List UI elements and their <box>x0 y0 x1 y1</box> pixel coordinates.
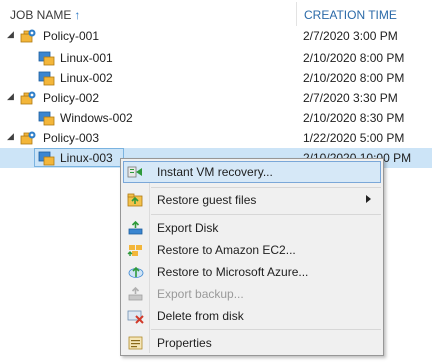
export-backup-icon <box>128 286 143 301</box>
row-time: 2/10/2020 8:00 PM <box>303 71 405 85</box>
menu-item-restore-amazon-ec2[interactable]: Restore to Amazon EC2... <box>123 239 381 261</box>
tree-row-vm[interactable]: Linux-001 2/10/2020 8:00 PM <box>0 48 432 68</box>
vm-backup-icon <box>38 151 55 166</box>
menu-item-restore-microsoft-azure[interactable]: Restore to Microsoft Azure... <box>123 261 381 283</box>
vm-backup-icon <box>38 71 55 86</box>
expanded-chevron-icon[interactable]: ◢ <box>7 131 14 142</box>
delete-disk-icon <box>127 310 144 324</box>
tree-row-vm[interactable]: Linux-002 2/10/2020 8:00 PM <box>0 68 432 88</box>
tree-row-policy[interactable]: ◢ Policy-003 1/22/2020 5:00 PM <box>0 128 432 148</box>
menu-item-label: Delete from disk <box>157 309 244 323</box>
vm-backup-icon <box>38 111 55 126</box>
backup-policy-icon <box>20 131 36 145</box>
row-name: Linux-001 <box>60 51 113 65</box>
vm-backup-icon <box>38 51 55 66</box>
column-creation-time[interactable]: CREATION TIME <box>304 8 397 22</box>
column-creation-time-label: CREATION TIME <box>304 8 397 22</box>
row-time: 2/7/2020 3:00 PM <box>303 29 398 43</box>
row-time: 2/10/2020 8:00 PM <box>303 51 405 65</box>
azure-icon <box>128 266 144 278</box>
menu-item-restore-guest-files[interactable]: Restore guest files <box>123 189 381 211</box>
row-name: Linux-003 <box>60 151 113 165</box>
amazon-ec2-icon <box>127 245 142 256</box>
menu-item-label: Instant VM recovery... <box>157 165 273 179</box>
row-time: 1/22/2020 5:00 PM <box>303 131 405 145</box>
backup-policy-icon <box>20 91 36 105</box>
row-name: Policy-003 <box>43 131 100 145</box>
tree-row-vm[interactable]: Windows-002 2/10/2020 8:30 PM <box>0 108 432 128</box>
menu-item-label: Export backup... <box>157 287 244 301</box>
row-name: Linux-002 <box>60 71 113 85</box>
row-name: Windows-002 <box>60 111 133 125</box>
column-header: JOB NAME ↑ CREATION TIME <box>0 0 432 28</box>
expanded-chevron-icon[interactable]: ◢ <box>7 29 14 40</box>
row-time: 2/10/2020 8:30 PM <box>303 111 405 125</box>
menu-item-instant-vm-recovery[interactable]: Instant VM recovery... <box>123 161 381 183</box>
properties-icon <box>128 336 143 350</box>
export-disk-icon <box>128 220 143 235</box>
submenu-arrow-icon <box>366 195 371 203</box>
guest-files-icon <box>127 193 143 207</box>
menu-item-label: Restore guest files <box>157 193 257 207</box>
instant-recovery-icon <box>127 166 142 178</box>
expanded-chevron-icon[interactable]: ◢ <box>7 91 14 102</box>
menu-item-delete-from-disk[interactable]: Delete from disk <box>123 305 381 327</box>
column-job-name[interactable]: JOB NAME ↑ <box>10 8 80 22</box>
menu-item-label: Properties <box>157 336 212 350</box>
menu-item-label: Export Disk <box>157 221 219 235</box>
column-job-name-label: JOB NAME <box>10 8 72 22</box>
menu-item-label: Restore to Amazon EC2... <box>157 243 296 257</box>
row-time: 2/7/2020 3:30 PM <box>303 91 398 105</box>
menu-separator <box>151 187 381 188</box>
menu-item-label: Restore to Microsoft Azure... <box>157 265 309 279</box>
tree-row-policy[interactable]: ◢ Policy-001 2/7/2020 3:00 PM <box>0 26 432 46</box>
backup-policy-icon <box>20 29 36 43</box>
context-menu: Instant VM recovery... Restore guest fil… <box>120 158 384 356</box>
column-divider[interactable] <box>296 2 297 26</box>
sort-ascending-icon: ↑ <box>74 8 81 22</box>
tree-row-policy[interactable]: ◢ Policy-002 2/7/2020 3:30 PM <box>0 88 432 108</box>
menu-item-properties[interactable]: Properties <box>123 332 381 354</box>
row-name: Policy-002 <box>43 91 100 105</box>
row-name: Policy-001 <box>43 29 100 43</box>
menu-item-export-disk[interactable]: Export Disk <box>123 217 381 239</box>
menu-item-export-backup[interactable]: Export backup... <box>123 283 381 305</box>
menu-separator <box>151 214 381 215</box>
menu-separator <box>151 329 381 330</box>
